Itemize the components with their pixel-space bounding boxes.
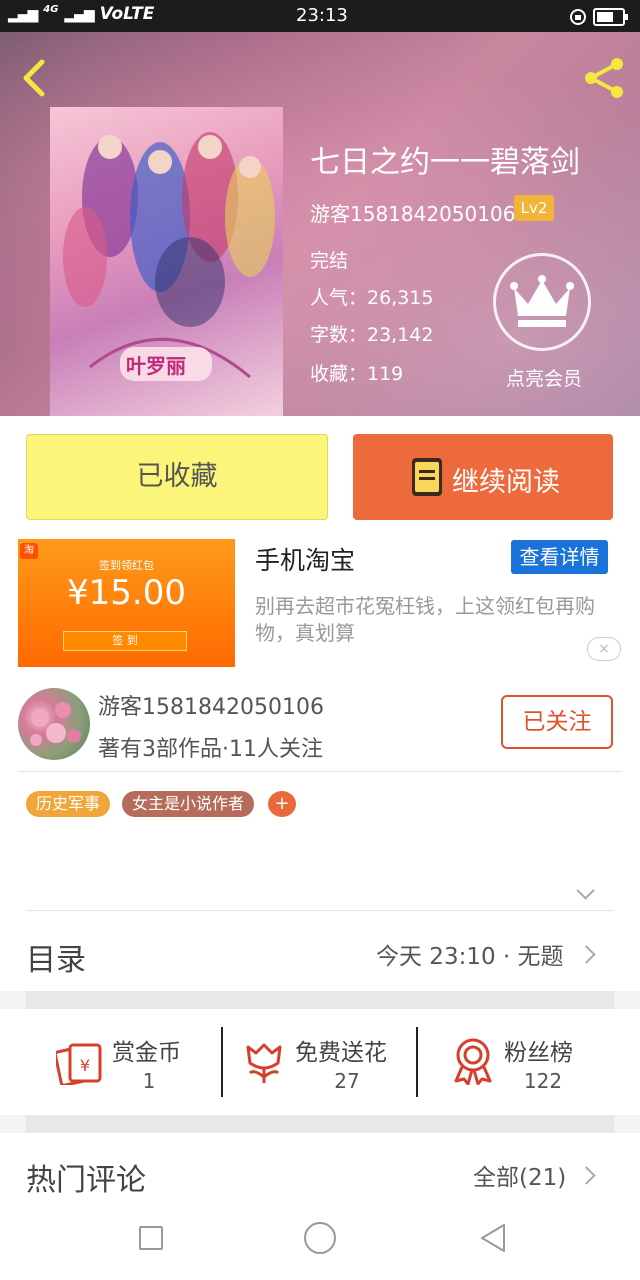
- ad-details-button[interactable]: 查看详情: [511, 540, 608, 574]
- network-label: VoLTE: [99, 4, 155, 24]
- comments-header[interactable]: 热门评论 全部(21): [0, 1133, 640, 1213]
- stat-fans-value: 122: [523, 1069, 563, 1093]
- back-nav-icon[interactable]: [478, 1222, 508, 1254]
- tag-history-military[interactable]: 历史军事: [26, 791, 111, 817]
- status-bar: ▂▄▆ 4G ▂▄▆ VoLTE 23:13: [0, 0, 640, 32]
- status-icons: [570, 6, 630, 32]
- recent-apps-icon[interactable]: [139, 1226, 163, 1250]
- chevron-right-icon: [577, 1166, 596, 1185]
- ad-image-button: 签 到: [63, 631, 187, 651]
- divider: [18, 771, 622, 772]
- flower-icon: [246, 1043, 282, 1083]
- stat-fans[interactable]: 粉丝榜 122: [422, 1009, 622, 1115]
- follow-button[interactable]: 已关注: [501, 695, 613, 749]
- tag-heroine-author[interactable]: 女主是小说作者: [122, 791, 255, 817]
- all-comments-link[interactable]: 全部(21): [473, 1158, 566, 1192]
- stat-bounty-value: 1: [142, 1069, 156, 1093]
- network-indicator: ▂▄▆ 4G ▂▄▆ VoLTE: [8, 4, 154, 24]
- signal-label: 4G: [43, 4, 59, 15]
- stat-fans-label: 粉丝榜: [504, 1040, 573, 1066]
- ad-image[interactable]: 淘 签到领红包 ¥15.00 签 到: [18, 539, 235, 667]
- avatar-image: [30, 702, 81, 746]
- cover-logo: 叶罗丽: [126, 354, 186, 378]
- vip-button[interactable]: [493, 253, 591, 351]
- home-icon[interactable]: [304, 1222, 336, 1254]
- catalog-title: 目录: [26, 943, 86, 978]
- book-favorites: 收藏：119: [310, 363, 404, 385]
- stat-flowers[interactable]: 免费送花 27: [226, 1009, 416, 1115]
- catalog-row[interactable]: 目录 今天 23:10 · 无题: [0, 911, 640, 991]
- chevron-right-icon: [577, 945, 596, 964]
- signal-icon-2: ▂▄▆: [64, 7, 94, 23]
- crown-icon: [510, 275, 574, 327]
- author-name[interactable]: 游客1581842050106: [98, 689, 324, 721]
- continue-reading-button[interactable]: 继续阅读: [353, 434, 613, 520]
- continue-reading-label: 继续阅读: [452, 467, 560, 498]
- author-stats: 著有3部作品·11人关注: [98, 737, 323, 762]
- stat-flowers-label: 免费送花: [295, 1040, 387, 1066]
- red-envelope-icon: ¥: [56, 1043, 102, 1085]
- ad-image-caption: 签到领红包: [99, 559, 154, 572]
- book-word-count: 字数：23,142: [310, 324, 434, 346]
- system-nav-bar: [0, 1213, 640, 1280]
- ad-description: 别再去超市花冤枉钱，上这领红包再购物，真划算: [255, 594, 595, 645]
- book-author[interactable]: 游客1581842050106: [310, 198, 515, 227]
- medal-icon: [454, 1038, 492, 1085]
- section-gap: [26, 991, 614, 1009]
- collected-button[interactable]: 已收藏: [26, 434, 328, 520]
- stat-bounty[interactable]: ¥ 赏金币 1: [30, 1009, 220, 1115]
- ad-image-price: ¥15.00: [67, 573, 186, 613]
- level-badge: Lv2: [514, 195, 554, 221]
- stats-row: ¥ 赏金币 1 免费送花 27 粉丝榜 122: [0, 1009, 640, 1115]
- book-icon: [412, 458, 442, 496]
- book-popularity: 人气：26,315: [310, 287, 434, 309]
- share-icon[interactable]: [582, 56, 628, 100]
- book-header: 叶罗丽 七日之约一一碧落剑 游客1581842050106 Lv2 完结 人气：…: [0, 32, 640, 416]
- svg-text:¥: ¥: [80, 1056, 90, 1075]
- book-title: 七日之约一一碧落剑: [310, 145, 580, 180]
- clock: 23:13: [296, 5, 348, 26]
- stat-flowers-value: 27: [334, 1069, 360, 1093]
- catalog-latest-chapter: 今天 23:10 · 无题: [376, 944, 564, 970]
- author-avatar[interactable]: [18, 688, 90, 760]
- add-tag-button[interactable]: +: [268, 791, 296, 817]
- vip-label: 点亮会员: [505, 368, 582, 390]
- book-status: 完结: [310, 250, 349, 272]
- signal-icon: ▂▄▆: [8, 7, 38, 23]
- hot-comments-title: 热门评论: [26, 1163, 146, 1198]
- stat-divider: [221, 1027, 223, 1097]
- ad-close-button[interactable]: ×: [587, 637, 621, 661]
- book-cover[interactable]: 叶罗丽: [50, 107, 283, 416]
- stat-bounty-label: 赏金币: [112, 1040, 181, 1066]
- battery-icon: [570, 8, 628, 26]
- stat-divider: [416, 1027, 418, 1097]
- ad-title: 手机淘宝: [255, 546, 356, 575]
- back-icon[interactable]: [18, 58, 48, 98]
- section-gap: [26, 1115, 614, 1133]
